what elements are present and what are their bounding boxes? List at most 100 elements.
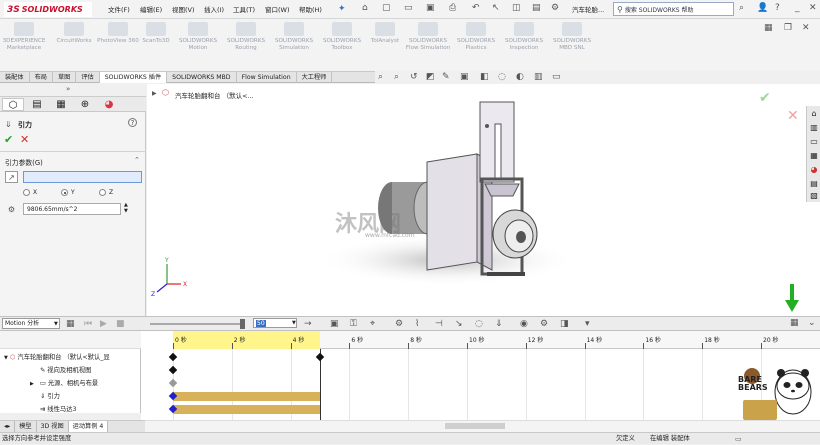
timeline-bar[interactable] <box>173 392 320 401</box>
collapse-icon[interactable]: ◨ <box>560 319 569 329</box>
stop-icon[interactable]: ■ <box>116 319 125 329</box>
resources-icon[interactable]: ⌂ <box>808 108 820 120</box>
units-icon[interactable]: ▭ <box>735 434 742 445</box>
cmd-mbd-snl[interactable]: SOLIDWORKS MBD SNL <box>548 19 596 71</box>
select-icon[interactable]: ↖ <box>492 3 500 13</box>
options-gear-icon[interactable]: ⚙ <box>551 3 559 13</box>
tab-3d-view[interactable]: 3D 视图 <box>37 421 69 432</box>
user-icon[interactable]: 👤 <box>757 3 768 13</box>
zoom-fit-icon[interactable]: ⌕ <box>378 72 383 82</box>
cmd-scanto3d[interactable]: ScanTo3D <box>132 19 180 71</box>
previous-view-icon[interactable]: ↺ <box>410 72 418 82</box>
add-key-icon[interactable]: ⌖ <box>370 319 375 329</box>
minimize-icon[interactable]: _ <box>795 3 800 13</box>
zoom-value-field[interactable]: 50 <box>253 318 297 328</box>
save-icon[interactable]: ▣ <box>426 3 435 13</box>
zoom-dropdown-arrow-icon[interactable]: ▼ <box>292 320 296 326</box>
cmd-simulation[interactable]: SOLIDWORKS Simulation <box>270 19 318 71</box>
tree-row-camera-views[interactable]: ✎ 视向及相机视图 <box>0 364 141 377</box>
undo-icon[interactable]: ↶ <box>472 3 480 13</box>
tree-scrollbar[interactable] <box>0 413 141 420</box>
axis-y-radio[interactable]: Y <box>61 189 75 196</box>
close-doc-icon[interactable]: ✕ <box>802 23 810 33</box>
restore-icon[interactable]: ❐ <box>784 23 792 33</box>
cmd-motion[interactable]: SOLIDWORKS Motion <box>174 19 222 71</box>
tab-model[interactable]: 模型 <box>15 421 37 432</box>
animation-wizard-icon[interactable]: ▣ <box>330 319 339 329</box>
study-properties-icon[interactable]: ⚙ <box>540 319 548 329</box>
confirm-check-icon[interactable]: ✔ <box>759 90 771 106</box>
tab-engineer[interactable]: 大工程师 <box>297 72 333 83</box>
edit-appearance-icon[interactable]: ◐ <box>516 72 524 82</box>
calculate-icon[interactable]: ▦ <box>66 319 75 329</box>
tab-sketch[interactable]: 草图 <box>53 72 77 83</box>
hide-show-icon[interactable]: ◌ <box>498 72 506 82</box>
tree-expand-icon[interactable]: ▶ <box>152 90 157 97</box>
view-orientation-icon[interactable]: ▣ <box>460 72 469 82</box>
motion-manager-icon[interactable]: ▦ <box>790 318 799 328</box>
gravity-parameters-header[interactable]: 引力参数(G) <box>5 157 43 167</box>
new-document-icon[interactable]: ▢ <box>382 3 391 13</box>
search-go-icon[interactable]: ⌕ <box>739 3 744 13</box>
graphics-area[interactable]: Y X Z 沐风网 www.mfcad.com ✔ ✕ <box>147 84 820 316</box>
collapse-chevron-icon[interactable]: ⌃ <box>134 156 140 164</box>
tab-assembly[interactable]: 装配体 <box>0 72 30 83</box>
scroll-thumb[interactable] <box>445 423 505 429</box>
expand-chevron-icon[interactable]: » <box>66 85 70 93</box>
menu-file[interactable]: 文件(F) <box>108 4 130 14</box>
menu-edit[interactable]: 编辑(E) <box>140 4 162 14</box>
direction-arrow-icon[interactable]: ↗ <box>5 171 18 183</box>
study-type-select[interactable]: Motion 分析 <box>2 318 60 329</box>
acceleration-input[interactable]: 9806.65mm/s^2 <box>23 203 121 215</box>
print-icon[interactable]: ⎙ <box>449 3 456 13</box>
tree-row-gravity[interactable]: ⇓ 引力 <box>0 390 141 403</box>
close-icon[interactable]: ✕ <box>809 3 817 13</box>
keyframe-diamond[interactable] <box>315 352 325 362</box>
autokey-icon[interactable]: ⚿ <box>350 319 357 329</box>
open-folder-icon[interactable]: ▭ <box>404 3 413 13</box>
custom-properties-icon[interactable]: ▤ <box>808 178 820 190</box>
property-manager-tab-icon[interactable]: ▤ <box>26 98 48 111</box>
cmd-flow-simulation[interactable]: SOLIDWORKS Flow Simulation <box>404 19 452 71</box>
motion-collapse-chevron-icon[interactable]: ⌄ <box>808 318 816 328</box>
confirm-cancel-icon[interactable]: ✕ <box>787 108 799 124</box>
contact-icon[interactable]: ◌ <box>475 319 483 329</box>
configuration-tab-icon[interactable]: ▦ <box>50 98 72 111</box>
apply-scene-icon[interactable]: ▥ <box>534 72 543 82</box>
arrange-icon[interactable]: ▦ <box>764 23 773 33</box>
tab-mbd[interactable]: SOLIDWORKS MBD <box>167 72 237 83</box>
display-manager-tab-icon[interactable]: ◕ <box>98 98 120 111</box>
playback-speed-slider[interactable] <box>150 323 242 325</box>
home-icon[interactable]: ⌂ <box>362 3 368 13</box>
feature-manager-tab-icon[interactable]: ⬡ <box>2 98 24 111</box>
rebuild-icon[interactable]: ◫ <box>512 3 521 13</box>
dynamic-annotation-icon[interactable]: ✎ <box>442 72 450 82</box>
tab-evaluate[interactable]: 评估 <box>76 72 100 83</box>
damper-icon[interactable]: ⊣ <box>435 319 443 329</box>
help-search-input[interactable]: ⚲ 搜索 SOLIDWORKS 帮助 <box>613 2 734 16</box>
menu-window[interactable]: 窗口(W) <box>265 4 290 14</box>
flyout-tree-root[interactable]: 汽车轮胎翻和台 （默认<... <box>175 90 254 100</box>
dropdown-arrow-icon[interactable]: ▼ <box>54 321 58 327</box>
spin-arrows-icon[interactable]: ▲ ▼ <box>124 202 128 214</box>
dimxpert-tab-icon[interactable]: ⊕ <box>74 98 96 111</box>
direction-reference-field[interactable] <box>23 171 142 183</box>
menu-help[interactable]: 帮助(H) <box>299 4 322 14</box>
help-icon[interactable]: ? <box>128 118 137 127</box>
filter-icon[interactable]: ▾ <box>585 319 590 329</box>
motor-icon[interactable]: ⚙ <box>395 319 403 329</box>
file-properties-icon[interactable]: ▤ <box>532 3 541 13</box>
axis-x-radio[interactable]: X <box>23 189 37 196</box>
expand-arrow-icon[interactable]: ▶ <box>30 381 34 387</box>
cmd-circuitworks[interactable]: CircuitWorks <box>50 19 98 71</box>
save-animation-icon[interactable]: → <box>304 319 312 329</box>
solidworks-logo[interactable]: 3S SOLIDWORKS <box>4 2 92 17</box>
tree-row-assembly[interactable]: ▼ ⬡ 汽车轮胎翻和台 （默认<默认_显 <box>0 351 141 364</box>
cmd-plastics[interactable]: SOLIDWORKS Plastics <box>452 19 500 71</box>
force-icon[interactable]: ↘ <box>455 319 463 329</box>
collapse-arrow-icon[interactable]: ▼ <box>4 355 8 361</box>
design-library-icon[interactable]: ▥ <box>808 122 820 134</box>
view-palette-icon[interactable]: ▦ <box>808 150 820 162</box>
timeline-bar[interactable] <box>173 405 320 414</box>
tab-layout[interactable]: 布局 <box>30 72 53 83</box>
